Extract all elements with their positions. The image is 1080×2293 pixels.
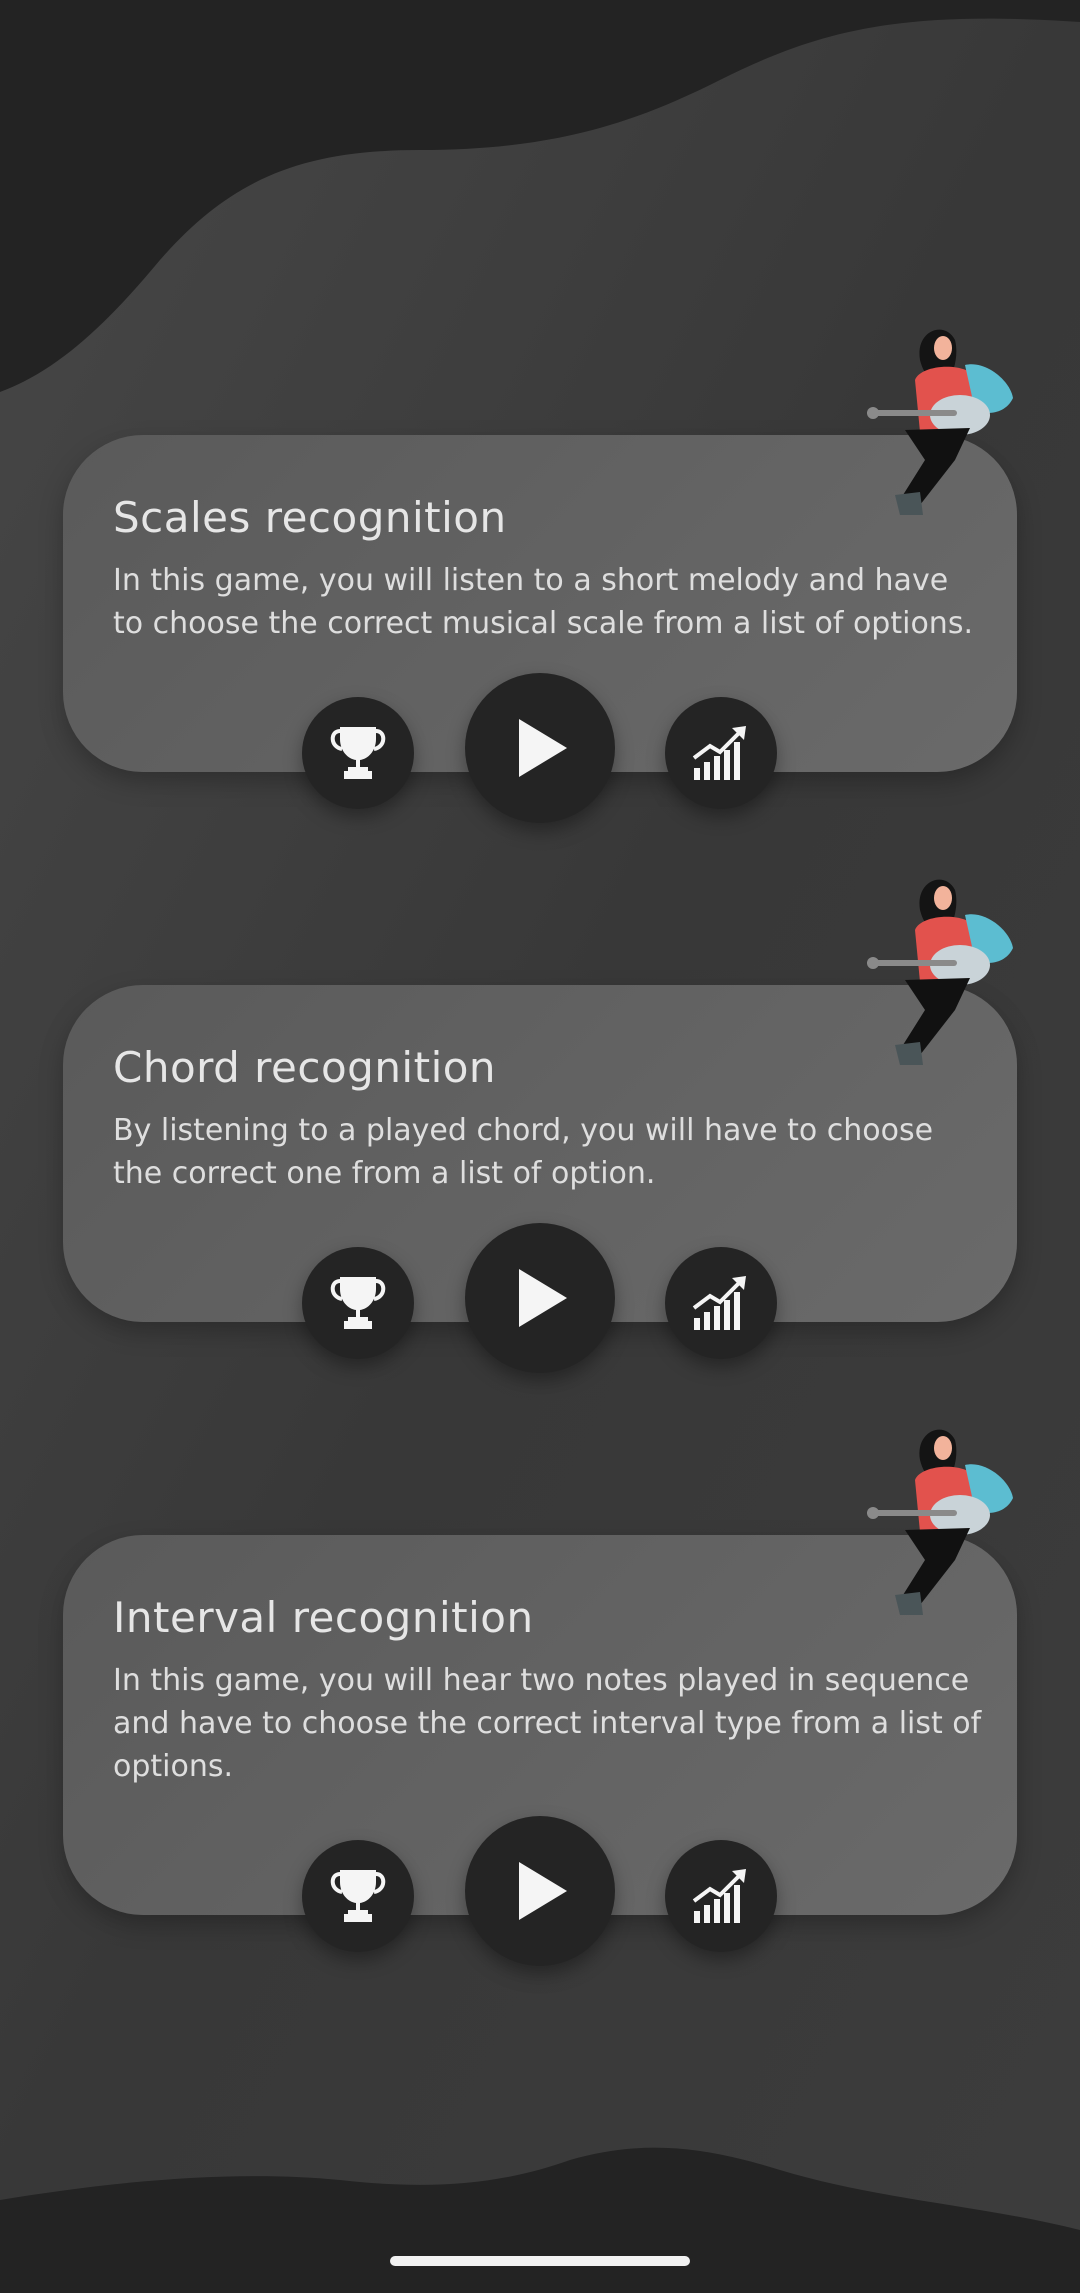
play-icon bbox=[519, 1862, 567, 1920]
guitarist-illustration bbox=[867, 1429, 1013, 1615]
trophy-icon bbox=[330, 1277, 386, 1329]
game-title: Scales recognition bbox=[113, 493, 507, 542]
play-button[interactable] bbox=[465, 673, 615, 823]
play-button[interactable] bbox=[465, 1816, 615, 1966]
game-description: By listening to a played chord, you will… bbox=[113, 1113, 934, 1191]
game-description: In this game, you will listen to a short… bbox=[113, 563, 973, 641]
stats-button[interactable] bbox=[665, 697, 777, 809]
play-icon bbox=[519, 1269, 567, 1327]
home-indicator[interactable] bbox=[390, 2256, 690, 2266]
achievements-button[interactable] bbox=[302, 697, 414, 809]
stats-button[interactable] bbox=[665, 1840, 777, 1952]
game-description: In this game, you will hear two notes pl… bbox=[113, 1663, 982, 1784]
stats-button[interactable] bbox=[665, 1247, 777, 1359]
game-title: Interval recognition bbox=[113, 1593, 534, 1642]
play-button[interactable] bbox=[465, 1223, 615, 1373]
guitarist-illustration bbox=[867, 329, 1013, 515]
achievements-button[interactable] bbox=[302, 1247, 414, 1359]
stats-chart-icon bbox=[692, 726, 746, 780]
game-menu-screen: Scales recognition In this game, you wil… bbox=[0, 0, 1080, 2293]
stats-chart-icon bbox=[692, 1869, 746, 1923]
play-icon bbox=[519, 719, 567, 777]
guitarist-illustration bbox=[867, 879, 1013, 1065]
trophy-icon bbox=[330, 727, 386, 779]
stats-chart-icon bbox=[692, 1276, 746, 1330]
trophy-icon bbox=[330, 1870, 386, 1922]
game-title: Chord recognition bbox=[113, 1043, 497, 1092]
achievements-button[interactable] bbox=[302, 1840, 414, 1952]
